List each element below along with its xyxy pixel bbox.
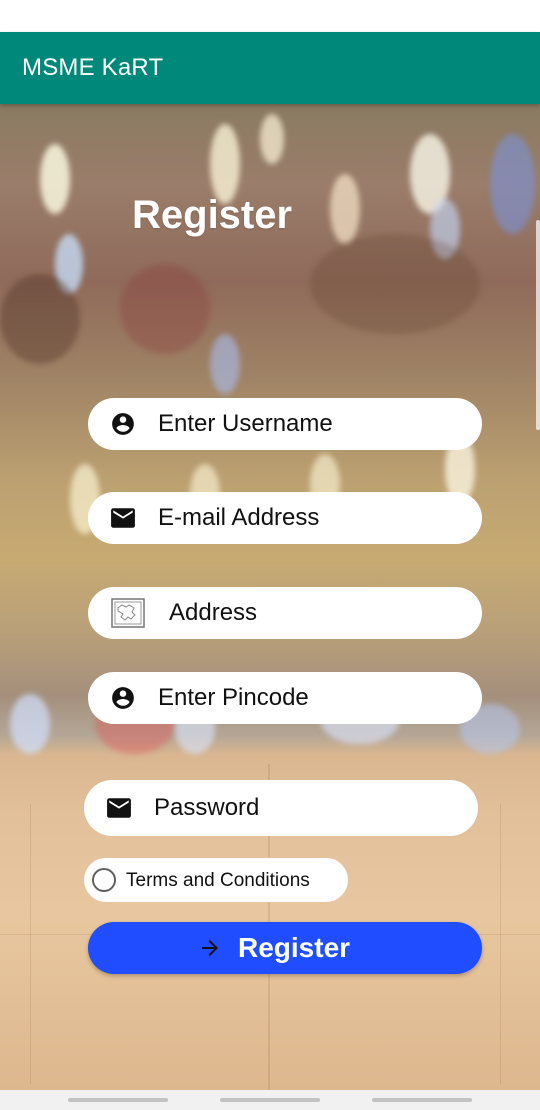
bokeh-light: [490, 134, 535, 234]
email-icon: [110, 506, 136, 530]
scrollbar[interactable]: [536, 220, 540, 430]
page-title: Register: [132, 193, 293, 237]
terms-radio-container[interactable]: Terms and Conditions: [84, 858, 348, 902]
bokeh-light: [210, 334, 240, 394]
map-icon: [110, 598, 146, 628]
terms-radio-button[interactable]: [92, 868, 116, 892]
bokeh-light: [0, 274, 80, 364]
pincode-field-container[interactable]: [88, 672, 482, 724]
nav-recents-handle[interactable]: [372, 1098, 472, 1102]
bokeh-light: [120, 264, 210, 354]
password-input[interactable]: [154, 790, 458, 826]
register-button[interactable]: Register: [88, 922, 482, 974]
system-navigation-bar: [0, 1090, 540, 1110]
username-field-container[interactable]: [88, 398, 482, 450]
account-circle-icon: [110, 686, 136, 710]
bokeh-light: [40, 144, 70, 214]
address-field-container[interactable]: [88, 587, 482, 639]
password-field-container[interactable]: [84, 780, 478, 836]
nav-home-handle[interactable]: [220, 1098, 320, 1102]
bokeh-light: [310, 234, 480, 334]
address-input[interactable]: [169, 595, 473, 631]
account-circle-icon: [110, 412, 136, 436]
arrow-right-icon: [198, 936, 222, 960]
bokeh-light: [260, 114, 284, 164]
email-field-container[interactable]: [88, 492, 482, 544]
nav-back-handle[interactable]: [68, 1098, 168, 1102]
terms-label: Terms and Conditions: [126, 870, 310, 891]
app-bar: MSME KaRT: [0, 32, 540, 104]
username-input[interactable]: [158, 406, 462, 442]
bokeh-light: [330, 174, 360, 244]
wood-grain: [30, 804, 31, 1084]
email-icon: [106, 796, 132, 820]
register-button-label: Register: [238, 932, 351, 963]
bokeh-light: [10, 694, 50, 754]
pincode-input[interactable]: [158, 680, 462, 716]
app-title: MSME KaRT: [22, 54, 164, 81]
email-input[interactable]: [158, 500, 462, 536]
bokeh-light: [210, 124, 240, 204]
wood-grain: [500, 804, 501, 1084]
status-bar: [0, 0, 540, 32]
